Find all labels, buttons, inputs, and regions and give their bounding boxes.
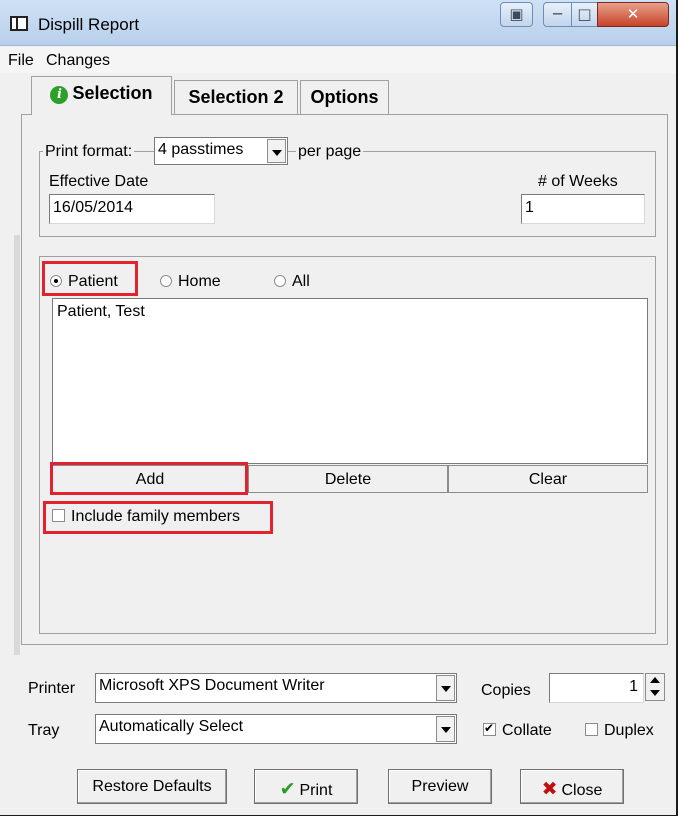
copies-label: Copies — [481, 682, 531, 699]
app-window-icon — [10, 16, 28, 31]
tab-selection-2-label: Selection 2 — [188, 87, 284, 107]
weeks-field[interactable]: 1 — [521, 194, 645, 224]
clear-button-label: Clear — [528, 471, 568, 488]
radio-all[interactable]: All — [274, 273, 310, 291]
maximize-icon: □ — [577, 5, 592, 23]
tab-selection[interactable]: i Selection — [31, 76, 172, 115]
checkmark-icon: ✔ — [279, 778, 296, 800]
close-window-button[interactable]: ✕ — [597, 2, 669, 27]
close-label: Close — [561, 782, 603, 799]
highlight-include-family — [43, 501, 273, 534]
arrow-down-icon[interactable] — [650, 690, 660, 696]
effective-date-label: Effective Date — [49, 173, 149, 190]
info-icon: i — [50, 86, 69, 104]
collate-label: Collate — [502, 722, 552, 739]
printer-value: Microsoft XPS Document Writer — [99, 677, 325, 694]
dispill-report-window: Dispill Report ▣ ─ □ ✕ File Changes i Sel… — [0, 0, 678, 816]
clear-button[interactable]: Clear — [448, 465, 648, 493]
tab-selection-label: Selection — [72, 83, 153, 103]
print-format-label: Print format: — [43, 143, 135, 161]
delete-button-label: Delete — [324, 471, 372, 488]
printer-select[interactable]: Microsoft XPS Document Writer — [95, 673, 457, 703]
arrow-up-icon[interactable] — [650, 677, 660, 683]
window-layout-icon: ▣ — [509, 5, 524, 23]
restore-defaults-label: Restore Defaults — [92, 778, 212, 795]
duplex-label: Duplex — [604, 722, 654, 739]
weeks-value: 1 — [525, 199, 534, 216]
minimize-button[interactable]: ─ — [543, 2, 572, 27]
minimize-icon: ─ — [552, 5, 563, 23]
collate-checkbox[interactable]: Collate — [483, 721, 552, 740]
tab-options[interactable]: Options — [300, 80, 389, 114]
tray-value: Automatically Select — [99, 718, 244, 735]
window-edge-divider — [14, 235, 20, 655]
radio-home-dot — [160, 275, 172, 287]
print-format-select[interactable]: 4 passtimes — [154, 137, 288, 165]
selected-patients-list[interactable]: Patient, Test — [52, 298, 648, 464]
preview-label: Preview — [411, 778, 469, 795]
delete-button[interactable]: Delete — [248, 465, 448, 493]
print-format-value: 4 passtimes — [158, 141, 244, 158]
chevron-down-icon[interactable] — [267, 139, 286, 163]
window-title: Dispill Report — [38, 15, 140, 34]
copies-field[interactable]: 1 — [549, 673, 644, 703]
copies-spinner[interactable] — [645, 673, 665, 701]
duplex-check — [585, 723, 598, 736]
copies-value: 1 — [629, 678, 638, 695]
print-label: Print — [299, 782, 333, 799]
highlight-add-button — [50, 462, 248, 495]
collate-check — [483, 721, 496, 736]
close-x-icon: ✖ — [541, 778, 558, 800]
title-bar: Dispill Report ▣ ─ □ ✕ — [0, 0, 676, 46]
effective-date-value: 16/05/2014 — [53, 199, 134, 216]
maximize-button[interactable]: □ — [571, 2, 598, 27]
restore-defaults-button[interactable]: Restore Defaults — [77, 769, 227, 804]
list-item[interactable]: Patient, Test — [57, 303, 145, 321]
per-page-label: per page — [296, 143, 364, 161]
menu-bar: File Changes — [0, 47, 676, 73]
close-icon: ✕ — [626, 5, 640, 23]
close-button[interactable]: ✖ Close — [520, 769, 624, 804]
preview-button[interactable]: Preview — [388, 769, 492, 804]
tab-selection-2[interactable]: Selection 2 — [174, 80, 298, 114]
radio-all-dot — [274, 275, 286, 287]
menu-file[interactable]: File — [8, 52, 34, 70]
print-button[interactable]: ✔ Print — [254, 769, 358, 804]
menu-changes[interactable]: Changes — [46, 52, 110, 70]
radio-home[interactable]: Home — [160, 273, 221, 291]
effective-date-field[interactable]: 16/05/2014 — [49, 194, 215, 224]
tab-options-label: Options — [310, 87, 379, 107]
radio-all-label: All — [292, 273, 310, 290]
printer-label: Printer — [28, 680, 76, 697]
tray-label: Tray — [28, 722, 60, 739]
highlight-patient-radio — [42, 261, 138, 296]
weeks-label: # of Weeks — [538, 173, 618, 190]
radio-home-label: Home — [178, 273, 221, 290]
chevron-down-icon[interactable] — [436, 716, 455, 742]
tray-select[interactable]: Automatically Select — [95, 714, 457, 744]
chevron-down-icon[interactable] — [436, 675, 455, 701]
duplex-checkbox[interactable]: Duplex — [585, 722, 654, 740]
snap-window-button[interactable]: ▣ — [500, 2, 533, 27]
